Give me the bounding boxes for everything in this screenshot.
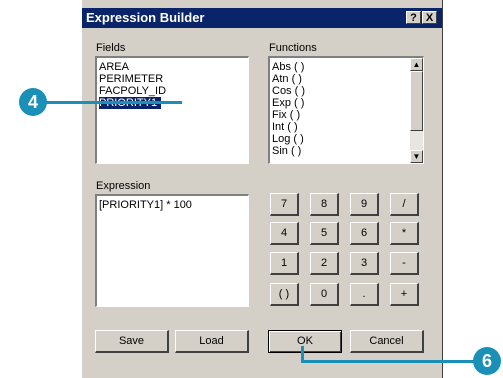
list-item[interactable]: Sin ( ) bbox=[272, 145, 301, 157]
callout-4-leader-line bbox=[44, 101, 182, 104]
title-bar: Expression Builder ? X bbox=[82, 8, 442, 28]
key-9[interactable]: 9 bbox=[350, 193, 379, 216]
key-multiply[interactable]: * bbox=[390, 222, 419, 245]
callout-step-4: 4 bbox=[19, 88, 47, 116]
list-item[interactable]: Abs ( ) bbox=[272, 61, 304, 73]
cancel-button[interactable]: Cancel bbox=[350, 330, 424, 353]
expression-textarea[interactable]: [PRIORITY1] * 100 bbox=[95, 194, 249, 307]
fields-list[interactable]: AREA PERIMETER FACPOLY_ID PRIORITY1 bbox=[95, 56, 249, 164]
functions-label: Functions bbox=[269, 42, 317, 54]
key-3[interactable]: 3 bbox=[350, 252, 379, 275]
key-divide[interactable]: / bbox=[390, 193, 419, 216]
expression-label: Expression bbox=[96, 180, 151, 192]
key-decimal[interactable]: . bbox=[350, 283, 379, 306]
key-6[interactable]: 6 bbox=[350, 222, 379, 245]
key-minus[interactable]: - bbox=[390, 252, 419, 275]
list-item[interactable]: Atn ( ) bbox=[272, 73, 302, 85]
functions-scrollbar[interactable]: ▲ ▼ bbox=[410, 58, 423, 163]
list-item[interactable]: Int ( ) bbox=[272, 121, 298, 133]
key-5[interactable]: 5 bbox=[310, 222, 339, 245]
dialog-title: Expression Builder bbox=[86, 10, 205, 25]
callout-step-6: 6 bbox=[473, 347, 501, 375]
list-item[interactable]: PERIMETER bbox=[99, 73, 163, 85]
key-7[interactable]: 7 bbox=[270, 193, 299, 216]
expression-builder-dialog: Expression Builder ? X Fields AREA PERIM… bbox=[81, 0, 443, 378]
fields-label: Fields bbox=[96, 42, 126, 54]
list-item[interactable]: FACPOLY_ID bbox=[99, 85, 166, 97]
list-item[interactable]: Log ( ) bbox=[272, 133, 304, 145]
key-plus[interactable]: + bbox=[390, 283, 419, 306]
callout-6-leader-line-horizontal bbox=[301, 360, 479, 363]
scroll-down-icon[interactable]: ▼ bbox=[410, 150, 423, 163]
load-button[interactable]: Load bbox=[175, 330, 249, 353]
save-button[interactable]: Save bbox=[95, 330, 169, 353]
ok-button[interactable]: OK bbox=[268, 330, 342, 353]
list-item[interactable]: Cos ( ) bbox=[272, 85, 305, 97]
functions-list[interactable]: Abs ( ) Atn ( ) Cos ( ) Exp ( ) Fix ( ) … bbox=[268, 56, 424, 164]
key-4[interactable]: 4 bbox=[270, 222, 299, 245]
key-1[interactable]: 1 bbox=[270, 252, 299, 275]
help-button[interactable]: ? bbox=[406, 11, 421, 24]
key-8[interactable]: 8 bbox=[310, 193, 339, 216]
list-item[interactable]: Fix ( ) bbox=[272, 109, 300, 121]
key-parentheses[interactable]: ( ) bbox=[270, 283, 299, 306]
key-0[interactable]: 0 bbox=[310, 283, 339, 306]
expression-text: [PRIORITY1] * 100 bbox=[99, 199, 192, 211]
scroll-up-icon[interactable]: ▲ bbox=[410, 58, 423, 71]
key-2[interactable]: 2 bbox=[310, 252, 339, 275]
scroll-thumb[interactable] bbox=[410, 71, 423, 131]
list-item[interactable]: AREA bbox=[99, 61, 129, 73]
close-button[interactable]: X bbox=[422, 11, 437, 24]
list-item[interactable]: Exp ( ) bbox=[272, 97, 304, 109]
